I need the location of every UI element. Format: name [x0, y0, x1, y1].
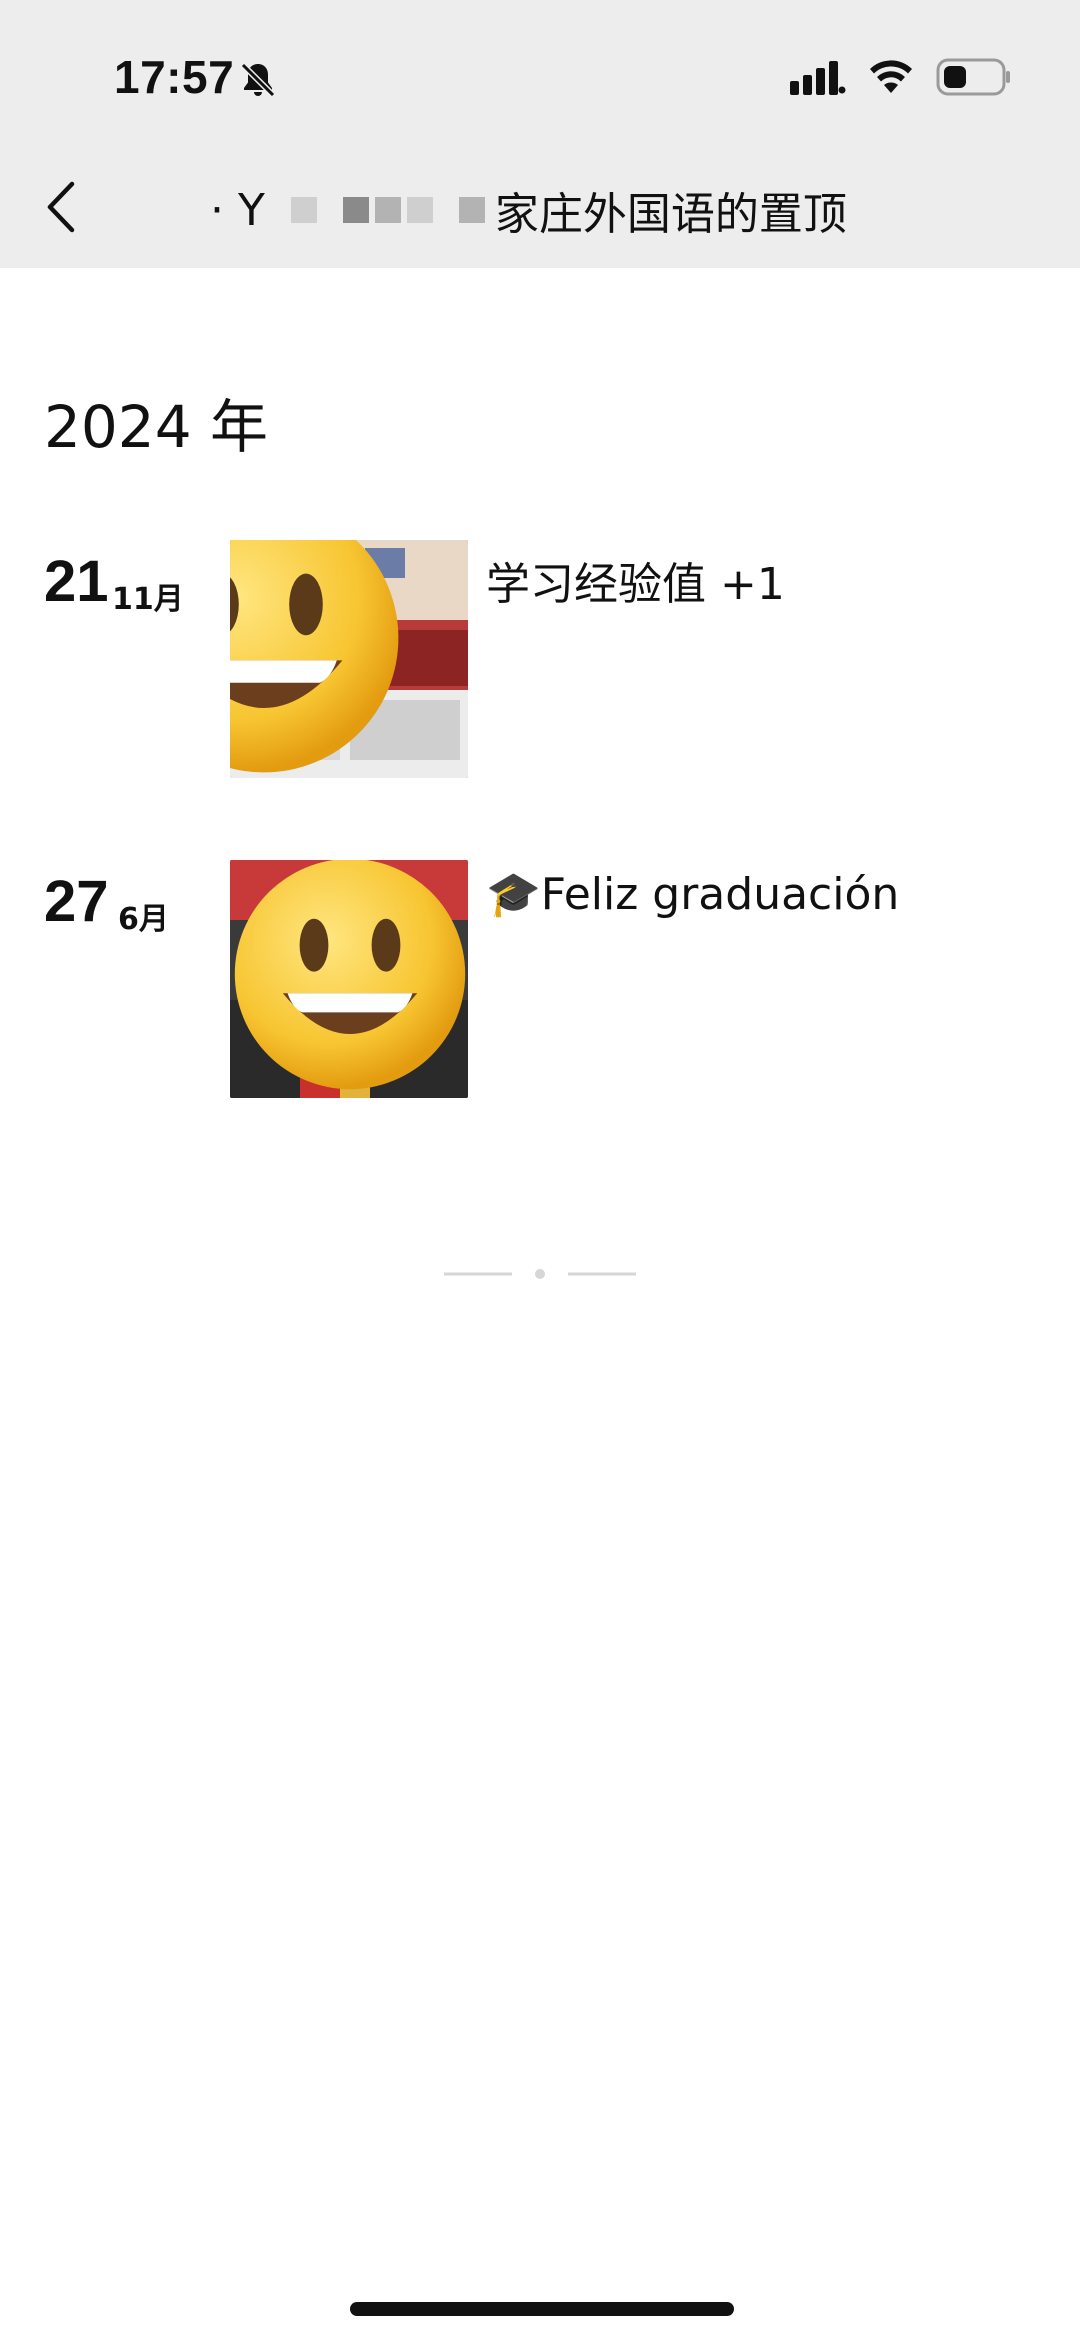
top-bar: 17:57 · Y 家庄外国语的置顶	[0, 0, 1080, 268]
battery-icon	[936, 58, 1010, 96]
post-caption: 学习经验值 +1	[486, 559, 785, 610]
post-month: 11月	[112, 582, 184, 617]
post-caption: 🎓Feliz graduación	[486, 869, 900, 920]
post-thumbnail[interactable]	[230, 860, 468, 1098]
post-thumbnail[interactable]	[230, 540, 468, 778]
nav-title: · Y 家庄外国语的置顶	[210, 178, 847, 242]
post-day: 21	[44, 549, 109, 614]
nav-title-start: · Y	[210, 184, 265, 236]
end-of-list-divider	[444, 1269, 636, 1279]
smiley-face-overlay	[234, 860, 466, 1090]
chevron-left-icon[interactable]	[40, 178, 84, 236]
status-time: 17:57	[114, 51, 235, 103]
bell-muted-icon	[240, 62, 276, 98]
wifi-icon	[870, 60, 912, 93]
timeline-post[interactable]: 27 6月 🎓Feliz graduación	[0, 860, 1080, 1100]
home-indicator[interactable]	[350, 2302, 734, 2316]
screen: 17:57 · Y 家庄外国语的置顶 2024 年 21 11月 学习经验值 +…	[0, 0, 1080, 2339]
nav-title-end: 家庄外国语的置顶	[494, 189, 847, 240]
cellular-signal-icon	[790, 61, 846, 95]
redacted-block	[290, 197, 485, 223]
smiley-face-overlay	[230, 540, 399, 773]
post-day: 27	[44, 869, 109, 934]
year-heading: 2024 年	[44, 393, 269, 461]
status-icons	[790, 58, 1012, 96]
timeline-post[interactable]: 21 11月 学习经验值 +1	[0, 540, 1080, 780]
post-month: 6月	[118, 902, 169, 937]
